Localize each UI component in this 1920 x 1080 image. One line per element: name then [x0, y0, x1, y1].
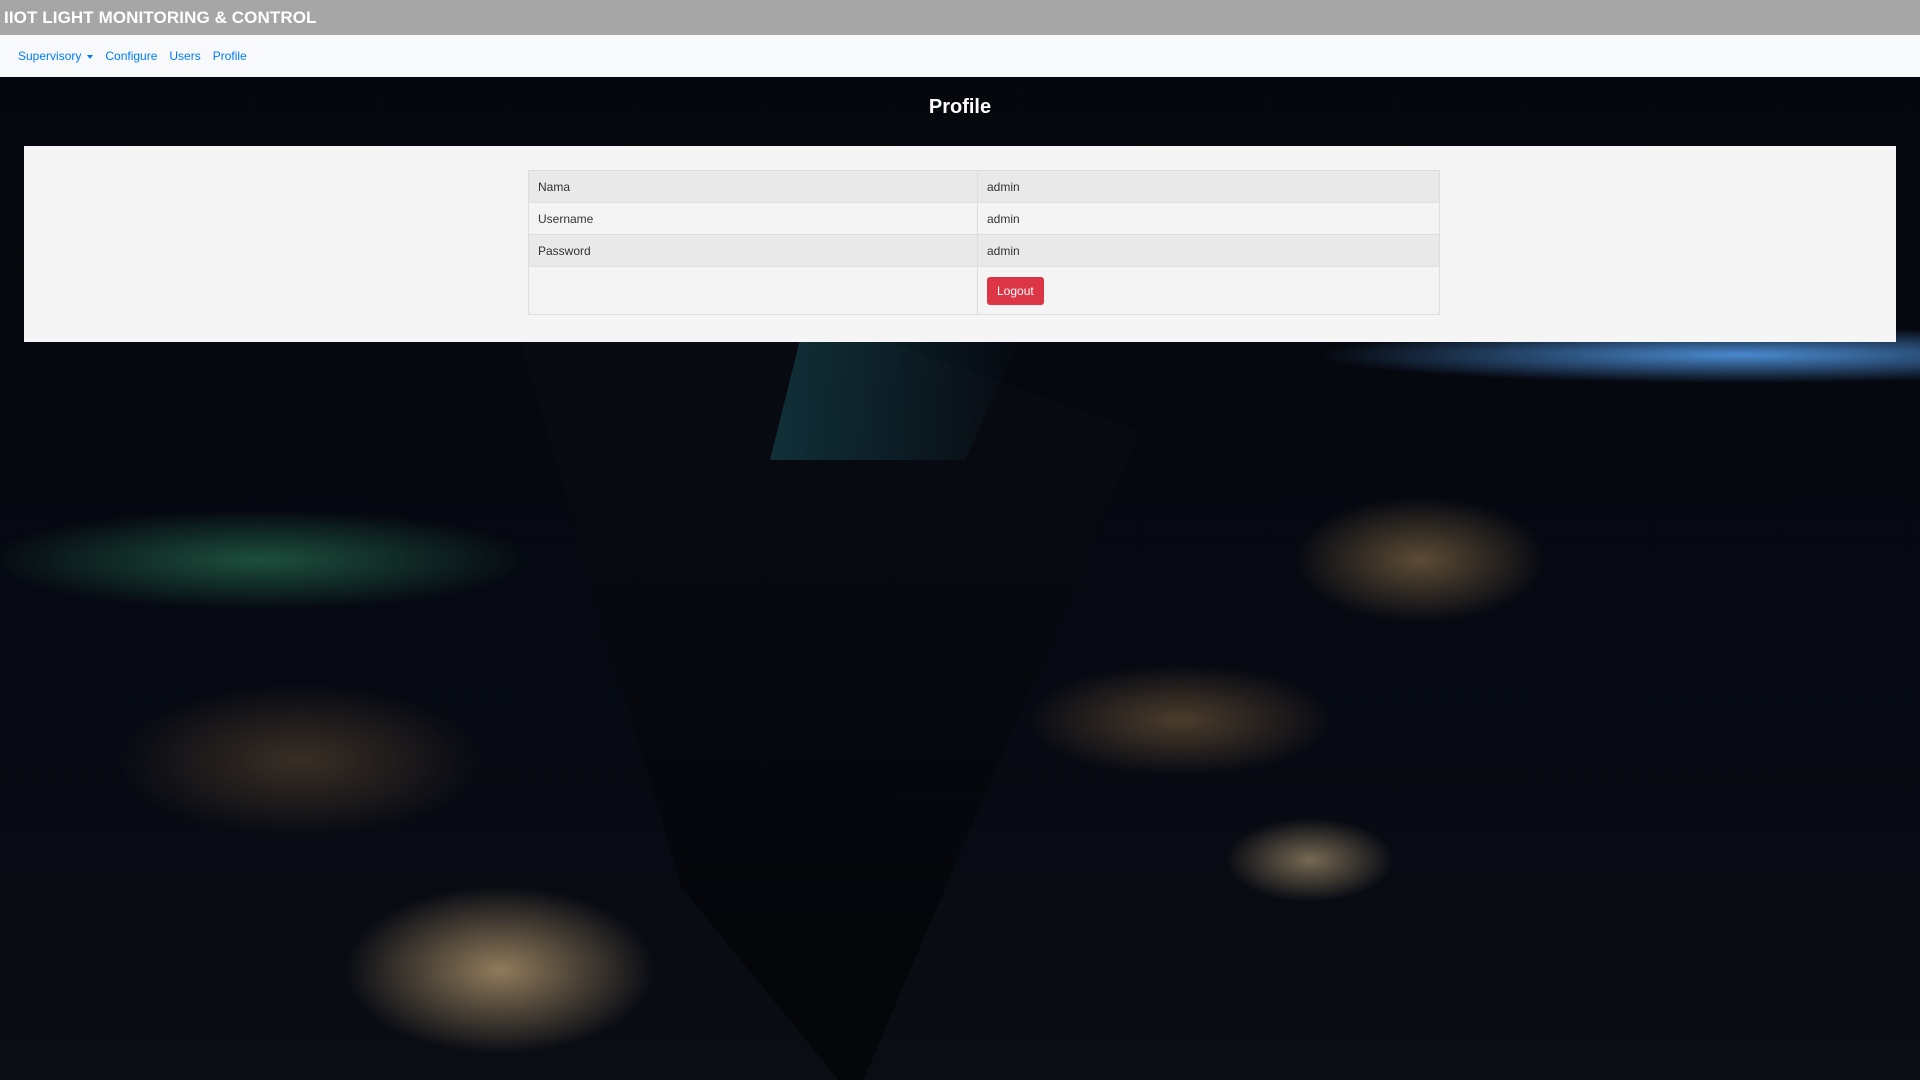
main-nav: Supervisory Configure Users Profile — [0, 35, 1920, 77]
row-label-password: Password — [528, 234, 978, 267]
table-row-actions: Logout — [528, 266, 1440, 315]
empty-cell — [528, 266, 978, 315]
nav-configure[interactable]: Configure — [105, 49, 157, 63]
row-value-password: admin — [977, 234, 1440, 267]
nav-users[interactable]: Users — [169, 49, 200, 63]
top-header: IIOT LIGHT MONITORING & CONTROL — [0, 0, 1920, 35]
row-label-nama: Nama — [528, 170, 978, 203]
row-label-username: Username — [528, 202, 978, 235]
profile-table: Nama admin Username admin Password admin… — [528, 170, 1440, 315]
action-cell: Logout — [977, 266, 1440, 315]
table-row: Password admin — [528, 234, 1440, 267]
chevron-down-icon — [87, 54, 94, 59]
page-title: Profile — [928, 96, 992, 118]
app-title: IIOT LIGHT MONITORING & CONTROL — [4, 7, 317, 27]
table-row: Nama admin — [528, 170, 1440, 203]
nav-item-label: Supervisory — [18, 49, 82, 63]
nav-supervisory-dropdown[interactable]: Supervisory — [18, 49, 94, 63]
profile-card: Nama admin Username admin Password admin… — [24, 146, 1896, 342]
row-value-nama: admin — [977, 170, 1440, 203]
logout-button[interactable]: Logout — [987, 276, 1044, 305]
nav-profile[interactable]: Profile — [213, 49, 247, 63]
page: IIOT LIGHT MONITORING & CONTROL Supervis… — [0, 0, 1920, 1080]
table-row: Username admin — [528, 202, 1440, 235]
row-value-username: admin — [977, 202, 1440, 235]
